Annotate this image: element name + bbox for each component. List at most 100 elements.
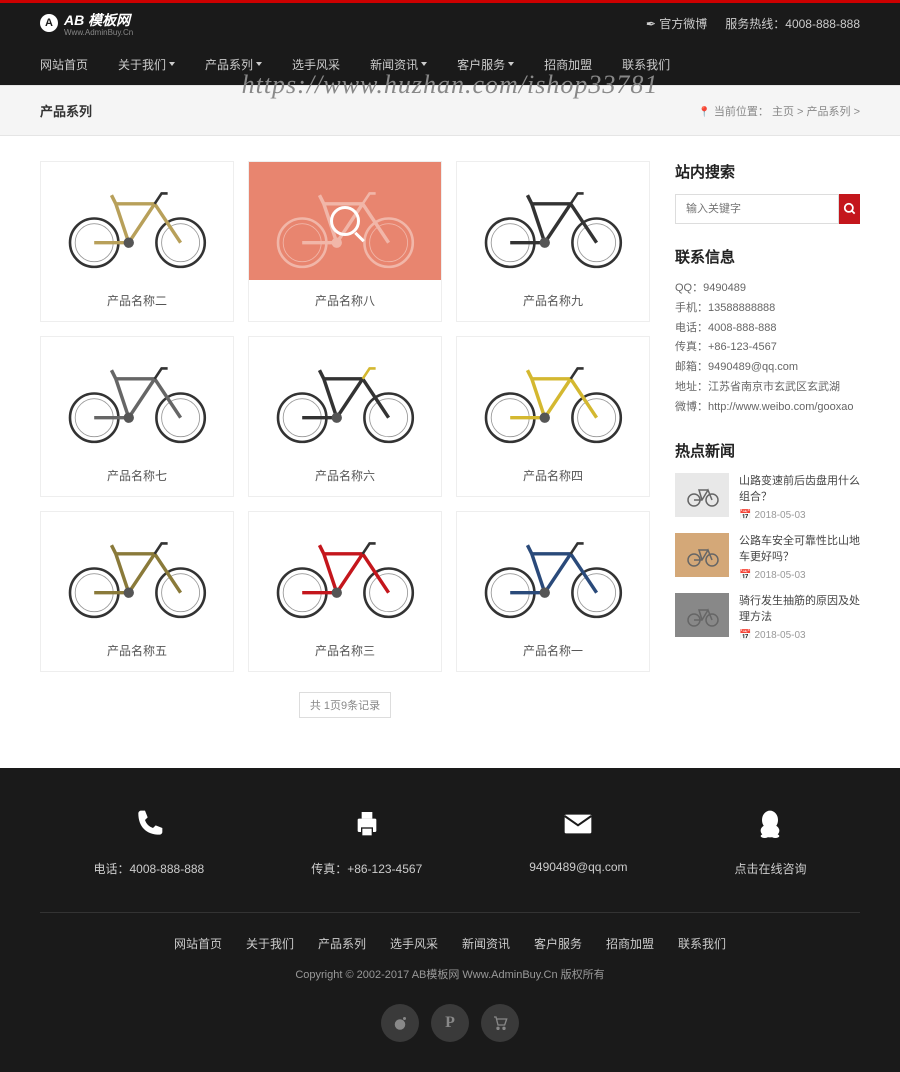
calendar-icon: 📅 — [739, 510, 751, 521]
contact-title: 联系信息 — [675, 246, 860, 267]
news-thumb — [675, 473, 729, 517]
footer-contact-phone[interactable]: 电话：4008-888-888 — [93, 808, 204, 877]
product-name: 产品名称一 — [457, 630, 649, 671]
product-card[interactable]: 产品名称九 — [456, 161, 650, 322]
product-image — [41, 512, 233, 630]
search-button[interactable] — [839, 194, 860, 224]
footer-nav-link[interactable]: 选手风采 — [390, 937, 438, 951]
nav-item-4[interactable]: 新闻资讯 — [370, 56, 427, 73]
chevron-down-icon — [256, 62, 262, 66]
product-name: 产品名称九 — [457, 280, 649, 321]
contact-line: 邮箱：9490489@qq.com — [675, 358, 860, 378]
sidebar: 站内搜索 联系信息 QQ：9490489手机：13588888888电话：400… — [675, 161, 860, 718]
navbar: 网站首页 关于我们 产品系列 选手风采 新闻资讯 客户服务 招商加盟 联系我们 — [0, 43, 900, 85]
product-name: 产品名称三 — [249, 630, 441, 671]
calendar-icon: 📅 — [739, 570, 751, 581]
product-image — [457, 512, 649, 630]
footer-contact-text: 电话：4008-888-888 — [93, 860, 204, 877]
news-title: 山路变速前后齿盘用什么组合？ — [739, 473, 860, 506]
contact-line: 地址：江苏省南京市玄武区玄武湖 — [675, 378, 860, 398]
nav-item-7[interactable]: 联系我们 — [622, 56, 670, 73]
breadcrumb-current[interactable]: 产品系列 — [807, 106, 851, 118]
news-thumb — [675, 533, 729, 577]
news-title: 公路车安全可靠性比山地车更好吗？ — [739, 533, 860, 566]
social-weibo[interactable] — [381, 1004, 419, 1042]
mail-icon — [529, 808, 627, 848]
footer-contact-qq[interactable]: 点击在线咨询 — [734, 808, 806, 877]
nav-item-1[interactable]: 关于我们 — [118, 56, 175, 73]
product-card[interactable]: 产品名称四 — [456, 336, 650, 497]
page-info: 共 1页9条记录 — [299, 692, 391, 718]
breadcrumb: 📍 当前位置： 主页 > 产品系列 > — [698, 103, 860, 119]
product-image — [41, 337, 233, 455]
logo-icon: A — [40, 14, 58, 32]
news-item[interactable]: 山路变速前后齿盘用什么组合？ 📅 2018-05-03 — [675, 473, 860, 521]
footer-contact-mail[interactable]: 9490489@qq.com — [529, 808, 627, 877]
product-name: 产品名称七 — [41, 455, 233, 496]
logo-subtitle: Www.AdminBuy.Cn — [64, 28, 133, 37]
footer-contact-text: 传真：+86-123-4567 — [311, 860, 422, 877]
product-card[interactable]: 产品名称一 — [456, 511, 650, 672]
product-card[interactable]: 产品名称八 — [248, 161, 442, 322]
product-image — [249, 162, 441, 280]
footer: 电话：4008-888-888 传真：+86-123-4567 9490489@qq… — [0, 768, 900, 1072]
nav-item-6[interactable]: 招商加盟 — [544, 56, 592, 73]
contact-line: QQ：9490489 — [675, 279, 860, 299]
product-card[interactable]: 产品名称三 — [248, 511, 442, 672]
product-card[interactable]: 产品名称七 — [40, 336, 234, 497]
calendar-icon: 📅 — [739, 630, 751, 641]
contact-line: 手机：13588888888 — [675, 299, 860, 319]
news-date: 📅 2018-05-03 — [739, 570, 860, 581]
pin-icon: 📍 — [698, 107, 710, 118]
nav-item-0[interactable]: 网站首页 — [40, 56, 88, 73]
product-card[interactable]: 产品名称二 — [40, 161, 234, 322]
footer-contact-text: 点击在线咨询 — [734, 860, 806, 877]
product-image — [457, 162, 649, 280]
hotline: 服务热线：4008-888-888 — [725, 15, 860, 32]
product-image — [249, 337, 441, 455]
footer-nav-link[interactable]: 客户服务 — [534, 937, 582, 951]
social-cart[interactable] — [481, 1004, 519, 1042]
product-image — [249, 512, 441, 630]
footer-nav-link[interactable]: 网站首页 — [174, 937, 222, 951]
contact-line: 微博：http://www.weibo.com/gooxao — [675, 398, 860, 418]
news-title: 骑行发生抽筋的原因及处理方法 — [739, 593, 860, 626]
news-item[interactable]: 公路车安全可靠性比山地车更好吗？ 📅 2018-05-03 — [675, 533, 860, 581]
nav-item-2[interactable]: 产品系列 — [205, 56, 262, 73]
breadcrumb-home[interactable]: 主页 — [772, 106, 794, 118]
pagination: 共 1页9条记录 — [40, 692, 650, 718]
news-item[interactable]: 骑行发生抽筋的原因及处理方法📅 2018-05-03 — [675, 593, 860, 641]
news-thumb — [675, 593, 729, 637]
social-pinterest[interactable]: P — [431, 1004, 469, 1042]
footer-contact-fax[interactable]: 传真：+86-123-4567 — [311, 808, 422, 877]
zoom-icon — [330, 206, 360, 236]
chevron-down-icon — [508, 62, 514, 66]
copyright: Copyright © 2002-2017 AB模板网 Www.AdminBuy… — [40, 966, 860, 982]
footer-nav-link[interactable]: 产品系列 — [318, 937, 366, 951]
topbar: A AB 模板网 Www.AdminBuy.Cn ✒ 官方微博 服务热线：400… — [0, 0, 900, 43]
breadcrumb-bar: 产品系列 📍 当前位置： 主页 > 产品系列 > — [0, 85, 900, 136]
footer-nav-link[interactable]: 招商加盟 — [606, 937, 654, 951]
product-card[interactable]: 产品名称五 — [40, 511, 234, 672]
footer-nav-link[interactable]: 联系我们 — [678, 937, 726, 951]
page-title: 产品系列 — [40, 101, 92, 120]
product-card[interactable]: 产品名称六 — [248, 336, 442, 497]
product-name: 产品名称二 — [41, 280, 233, 321]
search-input[interactable] — [675, 194, 839, 224]
phone-icon — [93, 808, 204, 848]
news-date: 📅 2018-05-03 — [739, 510, 860, 521]
nav-item-3[interactable]: 选手风采 — [292, 56, 340, 73]
search-icon — [843, 202, 857, 216]
nav-item-5[interactable]: 客户服务 — [457, 56, 514, 73]
logo[interactable]: A AB 模板网 Www.AdminBuy.Cn — [40, 10, 133, 37]
product-image — [41, 162, 233, 280]
footer-nav-link[interactable]: 关于我们 — [246, 937, 294, 951]
product-name: 产品名称四 — [457, 455, 649, 496]
fax-icon — [311, 808, 422, 848]
footer-nav-link[interactable]: 新闻资讯 — [462, 937, 510, 951]
qq-icon — [734, 808, 806, 848]
contact-line: 电话：4008-888-888 — [675, 319, 860, 339]
product-image — [457, 337, 649, 455]
weibo-link[interactable]: ✒ 官方微博 — [646, 15, 707, 32]
search-title: 站内搜索 — [675, 161, 860, 182]
